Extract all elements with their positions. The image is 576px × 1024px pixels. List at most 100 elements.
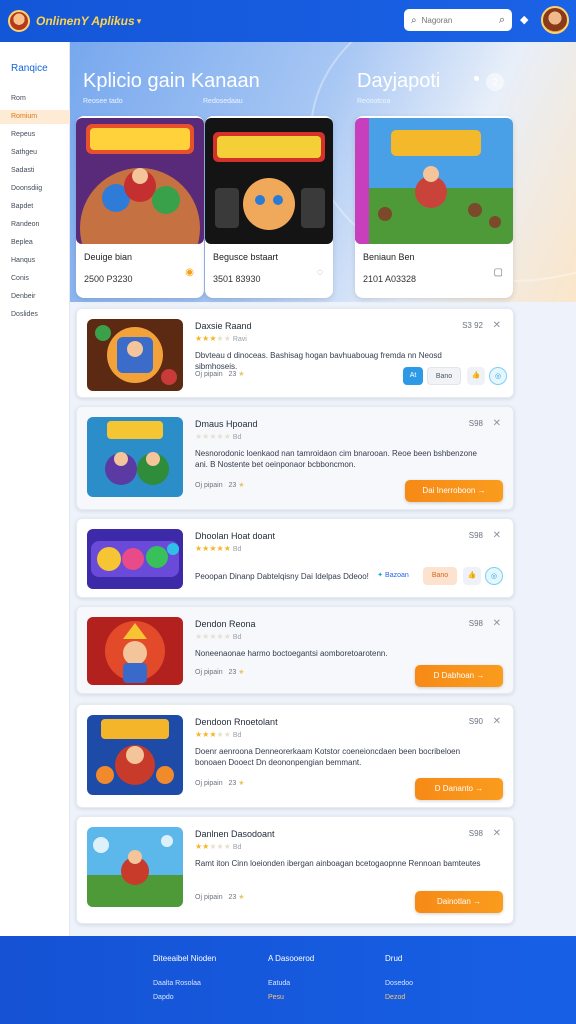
featured-card[interactable]: Begusce bstaart 3501 83930 ◌	[205, 116, 333, 298]
sidebar-item[interactable]: Hanqus	[0, 254, 70, 268]
game-title[interactable]: Dmaus Hpoand	[195, 419, 258, 429]
search-input[interactable]	[421, 15, 484, 25]
game-thumbnail[interactable]	[87, 319, 183, 391]
bell-icon[interactable]: ◆	[520, 13, 528, 26]
play-button[interactable]: D Dananto →	[415, 778, 503, 800]
game-thumbnail[interactable]	[87, 417, 183, 497]
sidebar-item[interactable]: Bapdet	[0, 200, 70, 214]
star-rating: ★★★★★ Bd	[195, 632, 242, 641]
brand-logo[interactable]	[8, 10, 30, 32]
featured-card[interactable]: Deuige bian 2500 P3230 ◉	[76, 116, 204, 298]
game-thumbnail[interactable]	[87, 827, 183, 907]
featured-meta: 3501 83930	[213, 274, 261, 284]
footer-link[interactable]: Daalta Rosolaa	[153, 977, 216, 991]
sidebar-title: Ranqice	[11, 63, 48, 74]
footer-link[interactable]: Dapdo	[153, 991, 216, 1005]
game-row[interactable]: Danlnen Dasodoant S98 ✕ ★★★★★ Bd Ramt ito…	[76, 816, 514, 924]
coin-icon[interactable]: ◉	[185, 267, 194, 278]
close-icon[interactable]: ✕	[493, 716, 501, 727]
hero-title: Kplicio gain Kanaan	[83, 70, 260, 92]
play-button[interactable]: D Dabhoan →	[415, 665, 503, 687]
game-description: Doenr aenroona Denneorerkaam Kotstor coe…	[195, 747, 461, 767]
game-thumbnail-art	[87, 827, 183, 907]
game-meta: Oj pipain 23 ★	[195, 780, 245, 787]
sidebar-item[interactable]: Romium	[0, 110, 70, 124]
sidebar: Ranqice Rom Romium Repeus Sathgeu Sadasti Doo…	[0, 42, 70, 936]
footer-column: A Dasooerod Eatuda Pesu	[268, 954, 314, 1005]
game-row[interactable]: Daxsie Raand S3 92 ✕ ★★★★★ Ravi Dbvteau d…	[76, 308, 514, 398]
game-title[interactable]: Daxsie Raand	[195, 321, 252, 331]
close-icon[interactable]: ✕	[493, 530, 501, 541]
game-price: S98	[468, 419, 483, 428]
tag-pill[interactable]: ✦ Bazoan	[373, 567, 413, 585]
game-title[interactable]: Danlnen Dasodoant	[195, 829, 275, 839]
game-price: S90	[468, 717, 483, 726]
featured-card[interactable]: Beniaun Ben 2101 A03328 ▢	[355, 116, 513, 298]
action-button[interactable]: Bano	[427, 367, 461, 385]
play-button[interactable]: Dai Inerroboon →	[405, 480, 503, 502]
search-box[interactable]: ⌕ ⌕	[404, 9, 512, 31]
footer-heading: Drud	[385, 954, 403, 963]
sidebar-item[interactable]: Conis	[0, 272, 70, 286]
close-icon[interactable]: ✕	[493, 418, 501, 429]
game-thumbnail-art	[87, 417, 183, 497]
sidebar-item[interactable]: Beplea	[0, 236, 70, 250]
sidebar-item[interactable]: Repeus	[0, 128, 70, 142]
game-title[interactable]: Dendon Reona	[195, 619, 256, 629]
game-meta: Oj pipain 23 ★	[195, 894, 245, 901]
action-button[interactable]: At	[403, 367, 423, 385]
sidebar-item[interactable]: Denbeir	[0, 290, 70, 304]
hero-subtitle: Reosotcoa	[357, 98, 391, 105]
sidebar-item[interactable]: Rom	[0, 92, 70, 106]
sidebar-item[interactable]: Randeon	[0, 218, 70, 232]
timer-icon[interactable]: ◌	[317, 267, 323, 278]
game-art	[76, 118, 204, 244]
footer-link[interactable]: Dezod	[385, 991, 413, 1005]
game-row[interactable]: Dmaus Hpoand S98 ✕ ★★★★★ Bd Nesnorodonic …	[76, 406, 514, 510]
sidebar-item[interactable]: Doslides	[0, 308, 70, 322]
carousel-dot[interactable]	[474, 76, 479, 81]
game-row[interactable]: Dendoon Rnoetolant S90 ✕ ★★★★★ Bd Doenr a…	[76, 704, 514, 808]
magnifier-icon[interactable]: ⌕	[499, 14, 505, 27]
game-thumbnail-art	[87, 529, 183, 589]
thumb-icon[interactable]: 👍	[467, 367, 485, 385]
action-button[interactable]: Bano	[423, 567, 457, 585]
hero-subtitle: Redosedaau	[203, 98, 243, 105]
game-price: S3 92	[462, 321, 483, 330]
game-art-battle	[355, 118, 513, 244]
play-button[interactable]: Dainotlan →	[415, 891, 503, 913]
footer-heading: Diteeaibel Nioden	[153, 954, 217, 963]
game-art	[355, 118, 513, 244]
game-row[interactable]: Dendon Reona S98 ✕ ★★★★★ Bd Noneenaonae h…	[76, 606, 514, 694]
close-icon[interactable]: ✕	[493, 828, 501, 839]
sidebar-item[interactable]: Sadasti	[0, 164, 70, 178]
footer-link[interactable]: Pesu	[268, 991, 314, 1005]
game-thumbnail[interactable]	[87, 617, 183, 685]
game-description: Ramt iton Cinn loeionden ibergan ainboag…	[195, 859, 481, 868]
game-art	[205, 118, 333, 244]
game-title[interactable]: Dendoon Rnoetolant	[195, 717, 278, 727]
game-thumbnail-art	[87, 319, 183, 391]
featured-name: Deuige bian	[84, 252, 133, 262]
sidebar-item[interactable]: Doonsdiig	[0, 182, 70, 196]
hero-title-right: Dayjapoti	[357, 70, 441, 92]
sidebar-item[interactable]: Sathgeu	[0, 146, 70, 160]
close-icon[interactable]: ✕	[493, 618, 501, 629]
game-thumbnail[interactable]	[87, 529, 183, 589]
share-icon[interactable]: ◎	[489, 367, 507, 385]
game-thumbnail[interactable]	[87, 715, 183, 795]
carousel-next-button[interactable]: 2	[486, 73, 504, 91]
share-icon[interactable]: ◎	[485, 567, 503, 585]
footer-link[interactable]: Dosedoo	[385, 977, 413, 991]
footer-link[interactable]: Eatuda	[268, 977, 314, 991]
thumb-icon[interactable]: 👍	[463, 567, 481, 585]
game-thumbnail-art	[87, 617, 183, 685]
user-avatar[interactable]	[541, 6, 569, 34]
close-icon[interactable]: ✕	[493, 320, 501, 331]
game-title[interactable]: Dhoolan Hoat doant	[195, 531, 275, 541]
brand-name[interactable]: OnlinenY Aplikus	[36, 14, 135, 28]
game-meta: Oj pipain 23 ★	[195, 371, 245, 378]
square-icon[interactable]: ▢	[494, 267, 503, 278]
chevron-down-icon[interactable]: ▾	[137, 16, 142, 27]
game-row[interactable]: Dhoolan Hoat doant S98 ✕ ★★★★★ Bd Peoopan…	[76, 518, 514, 598]
